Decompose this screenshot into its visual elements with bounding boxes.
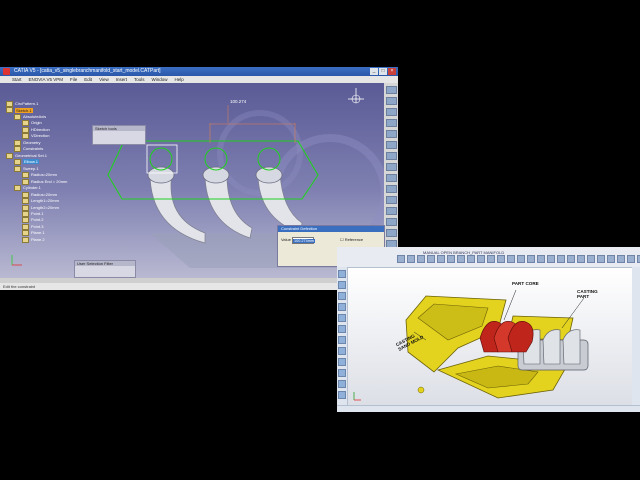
catia-menu-bar: Start ENOVIA V5 VPM File Edit View Inser… (0, 76, 398, 83)
tool-icon[interactable] (427, 255, 435, 263)
menu-start[interactable]: Start (12, 76, 22, 83)
tool-icon[interactable] (385, 108, 397, 116)
dimension-value: 100.274 (230, 99, 247, 104)
tool-icon[interactable] (338, 347, 346, 355)
axis-triad-icon (11, 255, 22, 266)
casting-toolbar-icons (397, 255, 640, 263)
casting-status-bar (337, 405, 640, 412)
catia-title-bar: CATIA V5 - [catia_v5_singlebranchmanifol… (0, 67, 398, 76)
casting-left-toolbar (337, 267, 348, 412)
tool-icon[interactable] (397, 255, 405, 263)
tool-icon[interactable] (607, 255, 615, 263)
minimize-button[interactable]: _ (370, 68, 378, 75)
compass-icon[interactable] (348, 88, 364, 104)
specification-tree: CircPattern.1 Sketch.1 AbsoluteAxis Orig… (6, 101, 67, 243)
tool-icon[interactable] (385, 218, 397, 226)
sketch-tools-title: Sketch tools (93, 126, 145, 131)
tool-icon[interactable] (385, 152, 397, 160)
tool-icon[interactable] (457, 255, 465, 263)
tool-icon[interactable] (537, 255, 545, 263)
tool-icon[interactable] (338, 380, 346, 388)
tool-icon[interactable] (587, 255, 595, 263)
menu-view[interactable]: View (99, 76, 109, 83)
tool-icon[interactable] (338, 369, 346, 377)
maximize-button[interactable]: □ (379, 68, 387, 75)
tool-icon[interactable] (497, 255, 505, 263)
tool-icon[interactable] (577, 255, 585, 263)
tool-icon[interactable] (338, 325, 346, 333)
casting-toolbar: MANUAL OPEN BRANCH_PART MANIFOLD (337, 247, 640, 268)
dialog-title: Constraint Definition (278, 226, 384, 232)
menu-help[interactable]: Help (175, 76, 184, 83)
sketch-tools-toolbar[interactable]: Sketch tools (92, 125, 146, 145)
tool-icon[interactable] (338, 336, 346, 344)
user-selection-filter-toolbar[interactable]: User Selection Filter (74, 260, 136, 278)
tool-icon[interactable] (517, 255, 525, 263)
catia-window-title: CATIA V5 - [catia_v5_singlebranchmanifol… (14, 68, 161, 74)
menu-insert[interactable]: Insert (116, 76, 127, 83)
origin-marker-icon (417, 386, 425, 394)
tool-icon[interactable] (547, 255, 555, 263)
close-button[interactable]: × (388, 68, 396, 75)
menu-file[interactable]: File (70, 76, 77, 83)
value-label: Value (281, 237, 291, 242)
tool-icon[interactable] (567, 255, 575, 263)
window-controls: _ □ × (370, 68, 396, 75)
tool-icon[interactable] (385, 229, 397, 237)
tool-icon[interactable] (467, 255, 475, 263)
tool-icon[interactable] (385, 97, 397, 105)
tool-icon[interactable] (617, 255, 625, 263)
label-part-core: PART CORE (512, 281, 539, 286)
tool-icon[interactable] (437, 255, 445, 263)
tool-icon[interactable] (477, 255, 485, 263)
tool-icon[interactable] (627, 255, 635, 263)
menu-tools[interactable]: Tools (134, 76, 145, 83)
tool-icon[interactable] (338, 270, 346, 278)
tree-item[interactable]: Plane.2 (22, 237, 67, 243)
catia-app-icon (3, 68, 10, 75)
tool-icon[interactable] (417, 255, 425, 263)
casting-window: MANUAL OPEN BRANCH_PART MANIFOLD PART CO… (337, 247, 640, 412)
tool-icon[interactable] (338, 303, 346, 311)
tool-icon[interactable] (447, 255, 455, 263)
tool-icon[interactable] (385, 130, 397, 138)
selection-filter-title: User Selection Filter (75, 261, 135, 266)
tool-icon[interactable] (597, 255, 605, 263)
menu-edit[interactable]: Edit (84, 76, 92, 83)
tool-icon[interactable] (407, 255, 415, 263)
tool-icon[interactable] (338, 391, 346, 399)
reference-label: Reference (344, 237, 364, 242)
label-casting-part: CASTING PART (577, 289, 598, 299)
tool-icon[interactable] (385, 141, 397, 149)
reference-checkbox[interactable]: ☐ Reference (340, 237, 363, 242)
tool-icon[interactable] (338, 281, 346, 289)
tool-icon[interactable] (557, 255, 565, 263)
tool-icon[interactable] (338, 292, 346, 300)
tool-icon[interactable] (385, 163, 397, 171)
value-input-text: 100.274mm (293, 239, 316, 243)
tool-icon[interactable] (385, 174, 397, 182)
tool-icon[interactable] (338, 314, 346, 322)
tool-icon[interactable] (527, 255, 535, 263)
tool-icon[interactable] (385, 119, 397, 127)
menu-window[interactable]: Window (152, 76, 168, 83)
tool-icon[interactable] (507, 255, 515, 263)
tool-icon[interactable] (338, 358, 346, 366)
menu-enovia[interactable]: ENOVIA V5 VPM (29, 76, 64, 83)
casting-right-toolbar (631, 267, 640, 412)
tool-icon[interactable] (385, 196, 397, 204)
part-core (479, 321, 534, 353)
tool-icon[interactable] (385, 185, 397, 193)
tool-icon[interactable] (385, 207, 397, 215)
value-input[interactable]: 100.274mm (292, 237, 316, 244)
tool-icon[interactable] (487, 255, 495, 263)
tool-icon[interactable] (385, 86, 397, 94)
